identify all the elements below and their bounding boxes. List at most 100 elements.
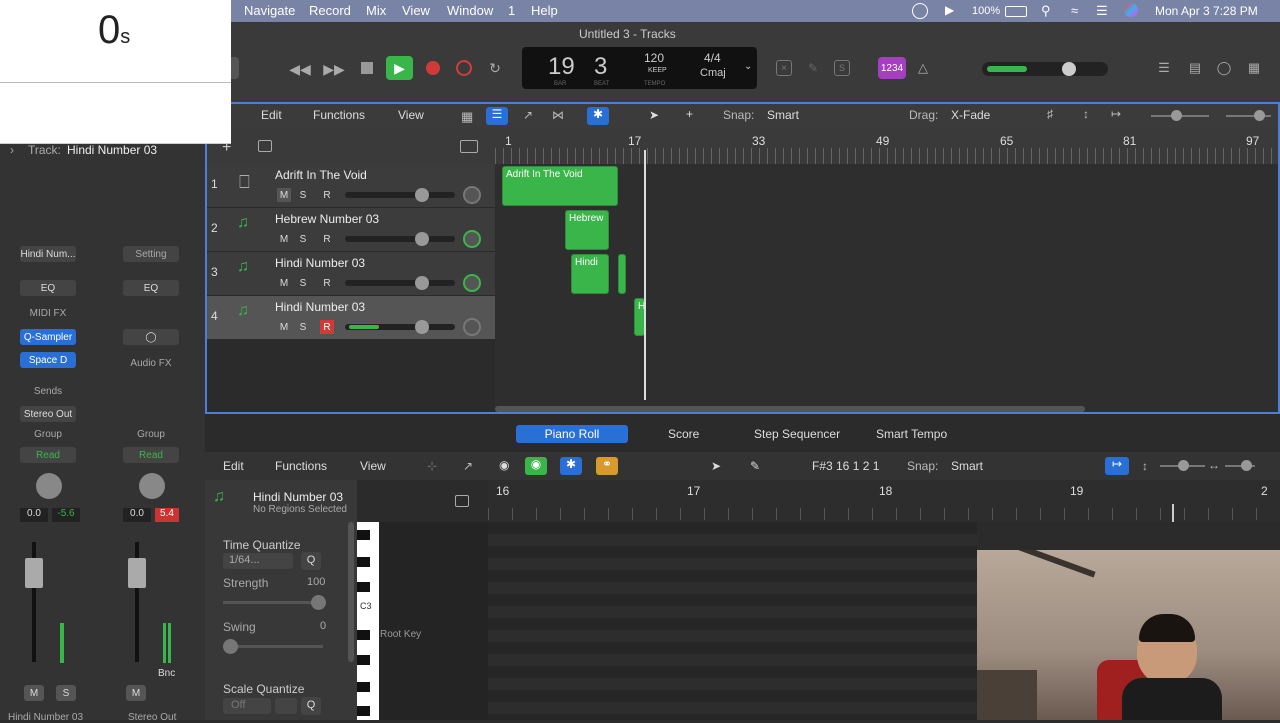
forward-button[interactable]: ▶▶ (323, 59, 345, 79)
automation-icon[interactable]: ↗ (523, 108, 533, 122)
functions-menu[interactable]: Functions (313, 108, 365, 122)
chevron-down-icon[interactable]: ⌄ (744, 61, 752, 72)
playhead[interactable] (644, 150, 646, 400)
battery-icon[interactable] (1005, 6, 1027, 17)
record-arm-button[interactable]: R (320, 188, 334, 202)
count-in-button[interactable]: 1234 (878, 57, 906, 79)
scale-quantize-select[interactable]: Off (223, 698, 271, 714)
audio-fx-out[interactable]: Audio FX (123, 355, 179, 371)
edit-menu[interactable]: Edit (261, 108, 282, 122)
tab-smart-tempo[interactable]: Smart Tempo (876, 425, 947, 443)
midi-out-icon[interactable]: ◉ (525, 457, 547, 475)
mute-button[interactable]: M (277, 232, 291, 246)
midi-draw-icon[interactable]: ⊹ (427, 459, 437, 473)
fit-icon[interactable]: ↦ (1111, 107, 1121, 121)
midi-fx-slot[interactable]: MIDI FX (20, 305, 76, 321)
track-row[interactable]: 1 ⎕ Adrift In The Void M S R (205, 164, 495, 208)
search-icon[interactable]: ⚲ (1041, 3, 1051, 19)
siri-icon[interactable] (1124, 3, 1138, 17)
tuner-icon[interactable]: ✎ (805, 60, 821, 76)
volume-readout[interactable]: 0.0 (20, 508, 48, 522)
functions-menu[interactable]: Functions (275, 459, 327, 473)
track-pan-knob[interactable] (463, 274, 481, 292)
menu-window[interactable]: Window (447, 3, 493, 18)
drag-select[interactable]: X-Fade (951, 108, 1031, 122)
instrument-slot[interactable]: Q-Sampler (20, 329, 76, 345)
control-center-icon[interactable]: ☰ (1096, 3, 1108, 19)
mute-button[interactable]: M (277, 276, 291, 290)
pencil-tool-icon[interactable]: ✎ (750, 459, 760, 473)
track-row[interactable]: 2 ♫ Hebrew Number 03 M S R (205, 208, 495, 252)
pan-knob-out[interactable] (139, 473, 165, 499)
horizontal-zoom-slider[interactable] (1225, 460, 1255, 471)
link-icon[interactable]: ⚭ (596, 457, 618, 475)
solo-button[interactable]: S (296, 276, 310, 290)
track-pan-knob[interactable] (463, 186, 481, 204)
track-row-selected[interactable]: 4 ♫ Hindi Number 03 M S R (205, 296, 495, 340)
menu-view[interactable]: View (402, 3, 430, 18)
track-name[interactable]: Hindi Number 03 (275, 300, 365, 314)
solo-button[interactable]: S (296, 188, 310, 202)
playhead[interactable] (1172, 504, 1174, 522)
duplicate-track-icon[interactable] (258, 140, 272, 152)
midi-region[interactable]: Hindi (571, 254, 609, 294)
record-arm-button[interactable]: R (320, 232, 334, 246)
mute-button[interactable]: M (277, 320, 291, 334)
pointer-tool-icon[interactable]: ➤ (649, 108, 659, 122)
play-button[interactable]: ▶ (386, 56, 413, 80)
mute-button[interactable]: M (24, 685, 44, 701)
catch-icon[interactable]: ✱ (560, 457, 582, 475)
stop-button[interactable] (361, 62, 373, 74)
track-pan-knob[interactable] (463, 230, 481, 248)
time-quantize-select[interactable]: 1/64... (223, 553, 293, 569)
master-volume-slider[interactable] (982, 62, 1108, 76)
track-name[interactable]: Hebrew Number 03 (275, 212, 379, 226)
piano-roll-ruler[interactable]: 16 17 18 19 2 (488, 480, 1280, 522)
rewind-button[interactable]: ◀◀ (289, 59, 311, 79)
midi-region[interactable]: Hebrew (565, 210, 609, 250)
loop-browser-icon[interactable]: ◯ (1215, 60, 1233, 76)
automation-mode-out[interactable]: Read (123, 447, 179, 463)
snap-select[interactable]: Smart (951, 459, 983, 473)
midi-in-icon[interactable]: ◉ (499, 458, 509, 472)
solo-button[interactable]: S (56, 685, 76, 701)
region-link-icon[interactable] (455, 495, 469, 507)
catch-icon[interactable]: ✱ (587, 107, 609, 125)
cycle-button[interactable]: ↻ (485, 59, 505, 77)
vertical-zoom-icon[interactable]: ↕ (1142, 459, 1148, 473)
automation-mode[interactable]: Read (20, 447, 76, 463)
sends-label[interactable]: Sends (20, 383, 76, 399)
piano-keyboard[interactable]: C3 (357, 522, 379, 720)
waveform-zoom-icon[interactable]: ♯ (1047, 107, 1053, 121)
track-name[interactable]: Hindi Number 03 (275, 256, 365, 270)
track-row[interactable]: 3 ♫ Hindi Number 03 M S R (205, 252, 495, 296)
peak-readout-out[interactable]: 5.4 (155, 508, 179, 522)
record-arm-button[interactable]: R (320, 320, 334, 334)
scale-quantize-button[interactable]: Q (301, 697, 321, 715)
tab-score[interactable]: Score (668, 425, 699, 443)
solo-button[interactable]: S (296, 232, 310, 246)
list-view-icon[interactable]: ☰ (486, 107, 508, 125)
tab-piano-roll[interactable]: Piano Roll (516, 425, 628, 443)
link-icon[interactable]: ◯ (123, 329, 179, 345)
replace-icon[interactable]: × (776, 60, 792, 76)
solo-icon[interactable]: S (834, 60, 850, 76)
snap-select[interactable]: Smart (767, 108, 899, 122)
vertical-zoom-slider[interactable] (1151, 110, 1209, 121)
menu-record[interactable]: Record (309, 3, 351, 18)
track-volume-slider[interactable] (345, 320, 455, 334)
menu-mix[interactable]: Mix (366, 3, 386, 18)
peak-readout[interactable]: -5.6 (52, 508, 80, 522)
scale-type-select[interactable] (275, 698, 297, 714)
lcd-display[interactable]: 19 3 BAR BEAT 120 KEEP TEMPO 4/4 Cmaj ⌄ (522, 47, 757, 89)
play-circle-icon[interactable]: ▶ (945, 3, 954, 17)
vertical-zoom-icon[interactable]: ↕ (1083, 107, 1089, 121)
piano-roll-grid[interactable]: Root Key (379, 522, 977, 720)
track-name[interactable]: Adrift In The Void (275, 168, 367, 182)
global-tracks-icon[interactable] (460, 140, 478, 153)
swing-slider[interactable] (223, 639, 323, 654)
record-arm-button[interactable]: R (320, 276, 334, 290)
midi-region-small[interactable] (618, 254, 626, 294)
mute-button[interactable]: M (277, 188, 291, 202)
horizontal-scrollbar[interactable] (495, 406, 1085, 412)
